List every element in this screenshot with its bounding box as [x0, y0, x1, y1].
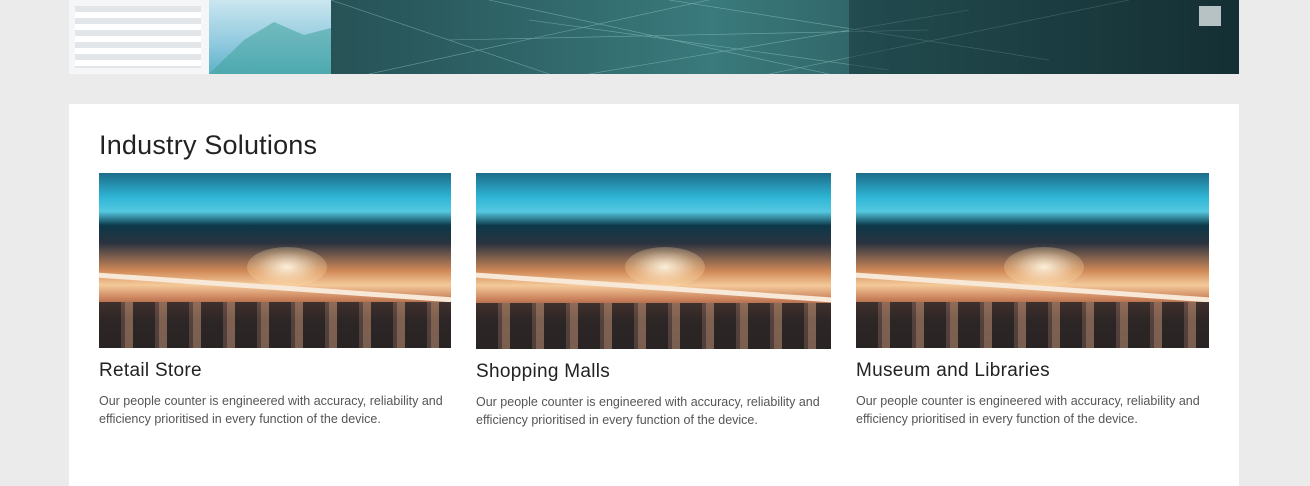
museum-and-libraries-image[interactable]: [856, 173, 1209, 348]
mall-light-glow: [625, 246, 706, 287]
solution-description: Our people counter is engineered with ac…: [476, 395, 820, 427]
mall-storefronts: [476, 303, 831, 349]
solution-title[interactable]: Shopping Malls: [476, 361, 831, 383]
mall-storefronts: [856, 302, 1209, 348]
industry-solutions-section: Industry Solutions Retail Store Our peop…: [69, 104, 1239, 486]
solution-description: Our people counter is engineered with ac…: [99, 394, 443, 426]
solution-card-shopping-malls[interactable]: Shopping Malls Our people counter is eng…: [476, 173, 831, 429]
solution-card-retail-store[interactable]: Retail Store Our people counter is engin…: [99, 173, 451, 428]
solution-description: Our people counter is engineered with ac…: [856, 394, 1200, 426]
solution-title[interactable]: Retail Store: [99, 360, 451, 382]
shopping-malls-image[interactable]: [476, 173, 831, 349]
mall-light-glow: [1004, 246, 1085, 287]
section-title: Industry Solutions: [99, 130, 318, 160]
network-lines-graphic: [209, 0, 1239, 74]
solution-title[interactable]: Museum and Libraries: [856, 360, 1209, 382]
hero-banner-image: [69, 0, 1239, 74]
retail-store-image[interactable]: [99, 173, 451, 348]
mall-storefronts: [99, 302, 451, 348]
mall-light-glow: [246, 246, 327, 287]
solution-card-museum-and-libraries[interactable]: Museum and Libraries Our people counter …: [856, 173, 1209, 428]
